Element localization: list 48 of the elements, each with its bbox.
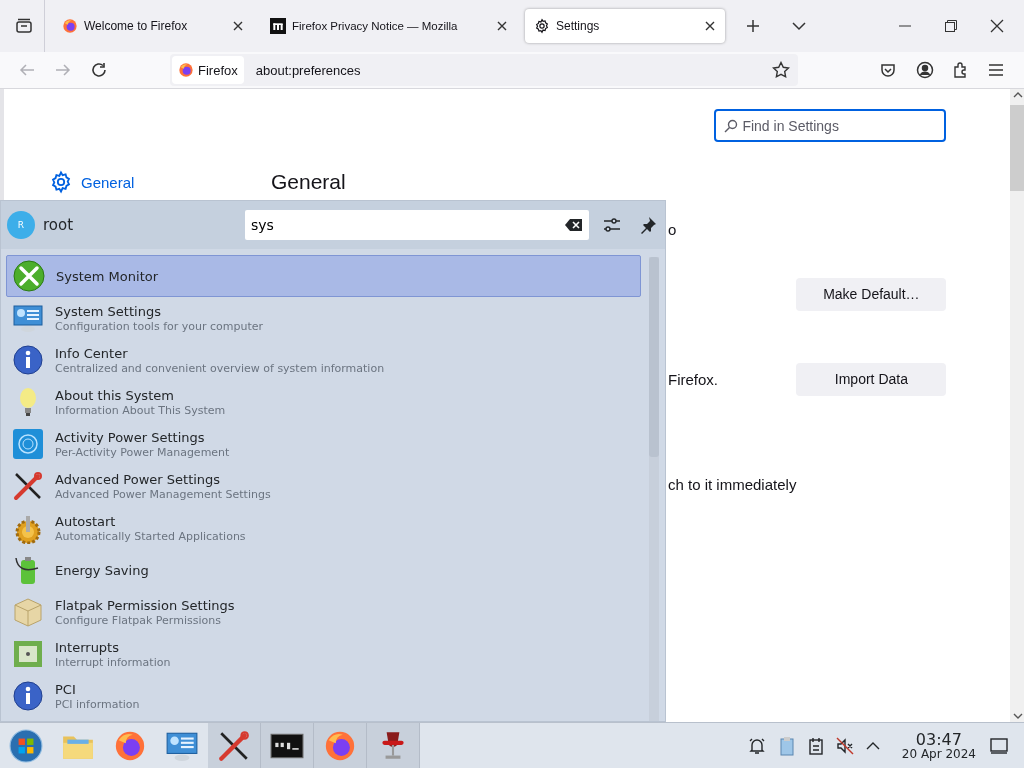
- result-title: Advanced Power Settings: [55, 471, 222, 487]
- address-bar[interactable]: Firefox about:preferences: [170, 54, 798, 86]
- result-title: Energy Saving: [55, 562, 149, 578]
- identity-button[interactable]: Firefox: [172, 56, 244, 84]
- search-result[interactable]: About this System Information About This System: [6, 381, 641, 423]
- result-description: PCI information: [55, 697, 140, 711]
- result-title: Autostart: [55, 513, 117, 529]
- setting-text: o: [668, 220, 677, 238]
- result-title: Activity Power Settings: [55, 429, 206, 445]
- result-title: System Settings: [55, 303, 162, 319]
- result-description: Automatically Started Applications: [55, 529, 246, 543]
- clock[interactable]: 03:47 20 Apr 2024: [901, 731, 976, 760]
- result-description: Centralized and convenient overview of system information: [55, 361, 385, 375]
- result-title: System Monitor: [56, 268, 159, 284]
- search-result[interactable]: Info Center Centralized and convenient overview of system information: [6, 339, 641, 381]
- result-title: PCI: [55, 681, 77, 697]
- search-result[interactable]: Advanced Power Settings Advanced Power Management Settings: [6, 465, 641, 507]
- result-description: Interrupt information: [55, 655, 171, 669]
- browser-tab[interactable]: Firefox Privacy Notice — Mozilla: [261, 9, 517, 43]
- setting-button[interactable]: Import Data: [796, 362, 947, 396]
- setting-text: ch to it immediately: [668, 475, 797, 493]
- setting-text: Firefox.: [668, 370, 718, 388]
- result-title: About this System: [55, 387, 175, 403]
- result-description: Configuration tools for your computer: [55, 319, 264, 333]
- setting-button[interactable]: Make Default…: [796, 277, 947, 311]
- search-result[interactable]: Activity Power Settings Per-Activity Power Management: [6, 423, 641, 465]
- search-result[interactable]: PCI PCI information: [6, 675, 641, 717]
- search-result[interactable]: System Monitor: [6, 255, 641, 297]
- result-description: Per-Activity Power Management: [55, 445, 230, 459]
- search-result[interactable]: System Settings Configuration tools for your computer: [6, 297, 641, 339]
- search-result[interactable]: Interrupts Interrupt information: [6, 633, 641, 675]
- result-description: Information About This System: [55, 403, 226, 417]
- browser-tab[interactable]: Settings: [525, 9, 725, 43]
- search-result[interactable]: Energy Saving: [6, 549, 641, 591]
- url-text: about:preferences: [254, 62, 362, 78]
- result-title: Flatpak Permission Settings: [55, 597, 235, 613]
- page-heading: General: [271, 170, 346, 194]
- browser-tab[interactable]: Welcome to Firefox: [53, 9, 253, 43]
- user-name: root: [43, 216, 75, 234]
- search-result[interactable]: Autostart Automatically Started Applications: [6, 507, 641, 549]
- sidebar-item[interactable]: General: [49, 170, 271, 194]
- search-field[interactable]: Find in Settings: [714, 109, 947, 142]
- result-description: Advanced Power Management Settings: [55, 487, 271, 501]
- result-title: Info Center: [55, 345, 129, 361]
- result-description: Configure Flatpak Permissions: [55, 613, 222, 627]
- search-result[interactable]: Flatpak Permission Settings Configure Flatpak Permissions: [6, 591, 641, 633]
- search-field[interactable]: sys: [245, 210, 589, 240]
- result-title: Interrupts: [55, 639, 120, 655]
